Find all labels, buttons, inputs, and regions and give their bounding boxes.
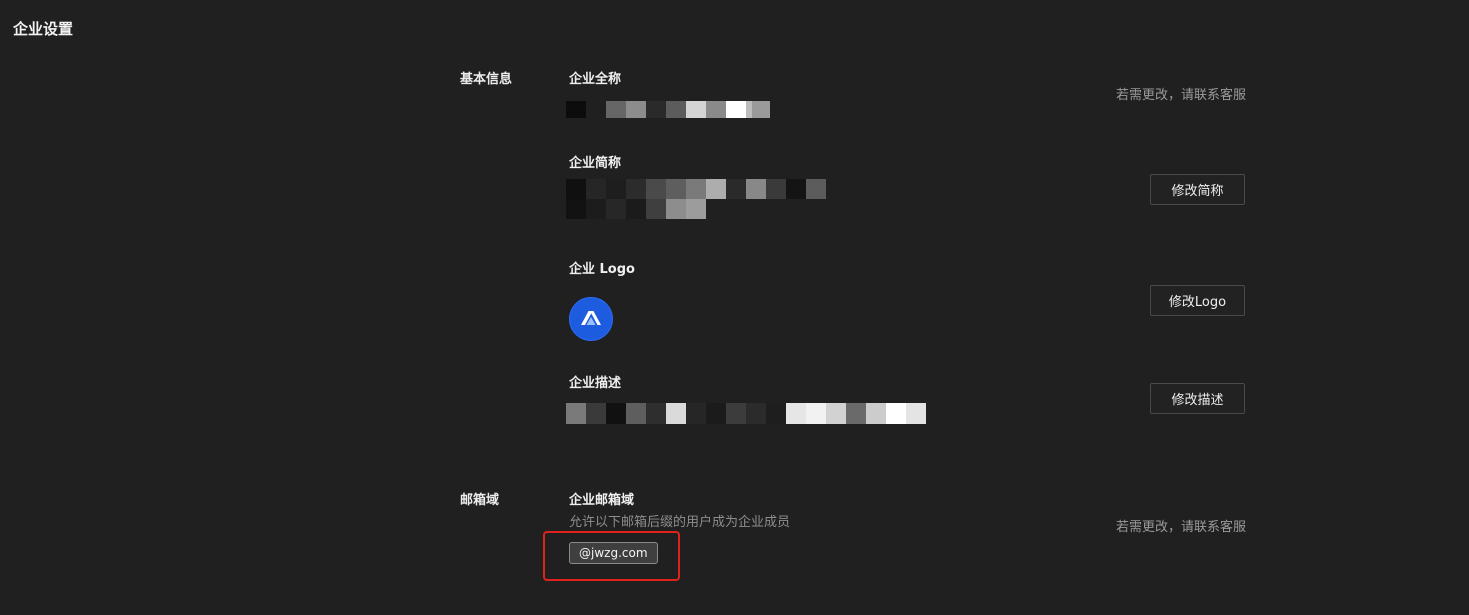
short-name-title: 企业简称 (569, 156, 622, 171)
page-title: 企业设置 (13, 20, 74, 38)
full-name-value-redacted-tail (752, 101, 770, 118)
section-label-email-domain: 邮箱域 (460, 493, 500, 508)
email-domain-title: 企业邮箱域 (569, 493, 635, 508)
logo-glyph-icon (581, 311, 601, 325)
edit-description-button[interactable]: 修改描述 (1150, 383, 1245, 414)
logo-title: 企业 Logo (569, 262, 635, 277)
edit-logo-button[interactable]: 修改Logo (1150, 285, 1245, 316)
email-domain-highlight-box (543, 531, 680, 581)
description-value-redacted (566, 403, 926, 424)
full-name-contact-note: 若需更改，请联系客服 (1115, 88, 1246, 103)
company-logo-icon (569, 297, 613, 341)
short-name-value-redacted (566, 179, 846, 219)
enterprise-settings-page: 企业设置 基本信息 企业全称 若需更改，请联系客服 企业简称 修改简称 企业 L… (0, 0, 1469, 615)
description-title: 企业描述 (569, 376, 622, 391)
full-name-title: 企业全称 (569, 72, 622, 87)
email-domain-hint: 允许以下邮箱后缀的用户成为企业成员 (569, 515, 791, 530)
email-domain-contact-note: 若需更改，请联系客服 (1115, 520, 1246, 535)
section-label-basic-info: 基本信息 (460, 72, 513, 87)
edit-short-name-button[interactable]: 修改简称 (1150, 174, 1245, 205)
full-name-value-redacted (566, 101, 766, 118)
